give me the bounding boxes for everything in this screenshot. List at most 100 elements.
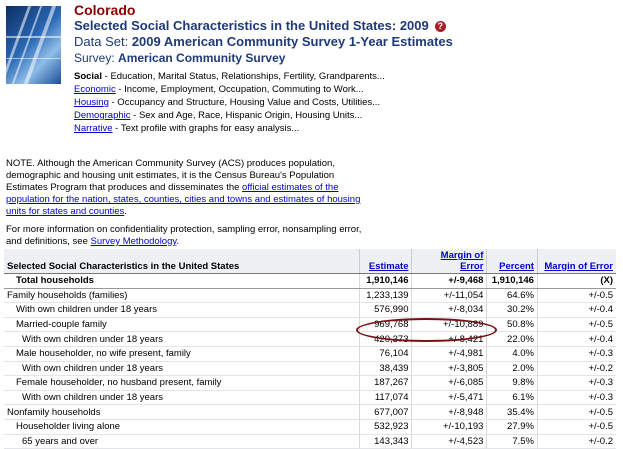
row-moe2: +/-0.2: [536, 434, 616, 449]
row-moe: +/-4,523: [411, 434, 487, 449]
row-percent: 30.2%: [486, 302, 538, 318]
theme-housing-link[interactable]: Housing: [74, 97, 109, 108]
col-percent[interactable]: Percent: [486, 249, 538, 274]
dataset-line: Data Set: 2009 American Community Survey…: [74, 34, 619, 49]
row-label: Nonfamily households: [4, 404, 360, 420]
row-moe: +/-3,805: [411, 361, 487, 377]
question-mark-icon[interactable]: ?: [434, 21, 446, 32]
table-row: 65 years and over 143,343 +/-4,523 7.5% …: [4, 434, 616, 449]
row-label: With own children under 18 years: [4, 361, 360, 377]
row-moe2: (X): [536, 273, 616, 289]
note-end: .: [124, 206, 127, 217]
row-estimate: 38,439: [359, 361, 412, 377]
methodology-note: For more information on confidentiality …: [6, 224, 366, 248]
theme-economic-desc: - Income, Employment, Occupation, Commut…: [115, 84, 364, 95]
theme-narrative-link[interactable]: Narrative: [74, 123, 113, 134]
row-percent: 9.8%: [486, 375, 538, 391]
table-row: Married-couple family 969,768 +/-10,889 …: [4, 317, 616, 333]
row-moe: +/-5,471: [411, 390, 487, 406]
row-estimate: 532,923: [359, 419, 412, 435]
col-moe-link[interactable]: Margin of Error: [441, 250, 484, 272]
row-estimate: 677,007: [359, 404, 412, 420]
row-label: 65 years and over: [4, 434, 360, 449]
col-moe[interactable]: Margin of Error: [411, 249, 487, 274]
table-row: Male householder, no wife present, famil…: [4, 346, 616, 362]
survey-line: Survey: American Community Survey: [74, 51, 619, 66]
row-label: With own children under 18 years: [4, 302, 360, 318]
row-moe2: +/-0.3: [536, 375, 616, 391]
page-title: Selected Social Characteristics in the U…: [74, 18, 619, 33]
estimates-note: NOTE. Although the American Community Su…: [6, 158, 366, 218]
col-estimate[interactable]: Estimate: [359, 249, 412, 274]
row-moe: +/-8,948: [411, 404, 487, 420]
row-moe: +/-8,034: [411, 302, 487, 318]
info-end: .: [176, 236, 180, 247]
survey-value: American Community Survey: [118, 51, 286, 65]
row-label: Family households (families): [4, 288, 360, 304]
row-moe: +/-6,085: [411, 375, 487, 391]
row-estimate: 76,104: [359, 346, 412, 362]
row-label: With own children under 18 years: [4, 331, 360, 347]
row-moe2: +/-0.5: [536, 419, 616, 435]
row-percent: 22.0%: [486, 331, 538, 347]
col-characteristic: Selected Social Characteristics in the U…: [4, 249, 360, 274]
theme-demographic-desc: - Sex and Age, Race, Hispanic Origin, Ho…: [130, 110, 363, 121]
row-moe2: +/-0.2: [536, 361, 616, 377]
highlight-ellipse: [356, 318, 497, 342]
page-header: Colorado Selected Social Characteristics…: [74, 2, 619, 135]
theme-social-label: Social: [74, 71, 102, 82]
survey-label: Survey:: [74, 51, 115, 65]
col-percent-link[interactable]: Percent: [499, 261, 534, 272]
survey-methodology-link[interactable]: Survey Methodology: [91, 236, 177, 247]
row-percent: 64.6%: [486, 288, 538, 304]
dataset-banner-image: [6, 6, 61, 84]
table-row: Family households (families) 1,233,139 +…: [4, 288, 616, 304]
row-estimate: 576,990: [359, 302, 412, 318]
row-estimate: 1,910,146: [359, 273, 412, 289]
social-characteristics-table: Selected Social Characteristics in the U…: [4, 249, 616, 449]
table-row: Total households 1,910,146 +/-9,468 1,91…: [4, 273, 616, 289]
row-label: Female householder, no husband present, …: [4, 375, 360, 391]
col-moe2-link[interactable]: Margin of Error: [544, 261, 613, 272]
row-percent: 1,910,146: [486, 273, 538, 289]
theme-demographic: Demographic - Sex and Age, Race, Hispani…: [74, 109, 619, 122]
row-estimate: 1,233,139: [359, 288, 412, 304]
table-row: Nonfamily households 677,007 +/-8,948 35…: [4, 404, 616, 420]
row-moe: +/-11,054: [411, 288, 487, 304]
row-moe: +/-4,981: [411, 346, 487, 362]
table-row: With own children under 18 years 117,074…: [4, 390, 616, 406]
table-row: With own children under 18 years 38,439 …: [4, 361, 616, 377]
row-percent: 4.0%: [486, 346, 538, 362]
info-text: For more information on confidentiality …: [6, 224, 362, 247]
row-percent: 2.0%: [486, 361, 538, 377]
table-row: Householder living alone 532,923 +/-10,1…: [4, 419, 616, 435]
theme-narrative-desc: - Text profile with graphs for easy anal…: [112, 123, 300, 134]
theme-narrative: Narrative - Text profile with graphs for…: [74, 122, 619, 135]
row-label: Married-couple family: [4, 317, 360, 333]
theme-social-desc: - Education, Marital Status, Relationshi…: [102, 71, 385, 82]
table-header-row: Selected Social Characteristics in the U…: [4, 249, 616, 274]
theme-economic-link[interactable]: Economic: [74, 84, 116, 95]
row-moe2: +/-0.5: [536, 404, 616, 420]
row-moe: +/-10,193: [411, 419, 487, 435]
theme-housing: Housing - Occupancy and Structure, Housi…: [74, 96, 619, 109]
row-moe: +/-9,468: [411, 273, 487, 289]
row-estimate: 117,074: [359, 390, 412, 406]
table-row: With own children under 18 years 420,373…: [4, 331, 616, 347]
theme-demographic-link[interactable]: Demographic: [74, 110, 131, 121]
dataset-value: 2009 American Community Survey 1-Year Es…: [131, 34, 453, 49]
row-percent: 27.9%: [486, 419, 538, 435]
row-moe2: +/-0.4: [536, 331, 616, 347]
col-estimate-link[interactable]: Estimate: [369, 261, 409, 272]
row-moe2: +/-0.5: [536, 288, 616, 304]
theme-housing-desc: - Occupancy and Structure, Housing Value…: [108, 97, 381, 108]
table-row: Female householder, no husband present, …: [4, 375, 616, 391]
theme-economic: Economic - Income, Employment, Occupatio…: [74, 83, 619, 96]
col-moe2[interactable]: Margin of Error: [536, 249, 616, 274]
table-row: With own children under 18 years 576,990…: [4, 302, 616, 318]
row-label: With own children under 18 years: [4, 390, 360, 406]
row-moe2: +/-0.4: [536, 302, 616, 318]
row-label: Householder living alone: [4, 419, 360, 435]
row-moe2: +/-0.3: [536, 346, 616, 362]
row-label: Total households: [4, 273, 360, 289]
